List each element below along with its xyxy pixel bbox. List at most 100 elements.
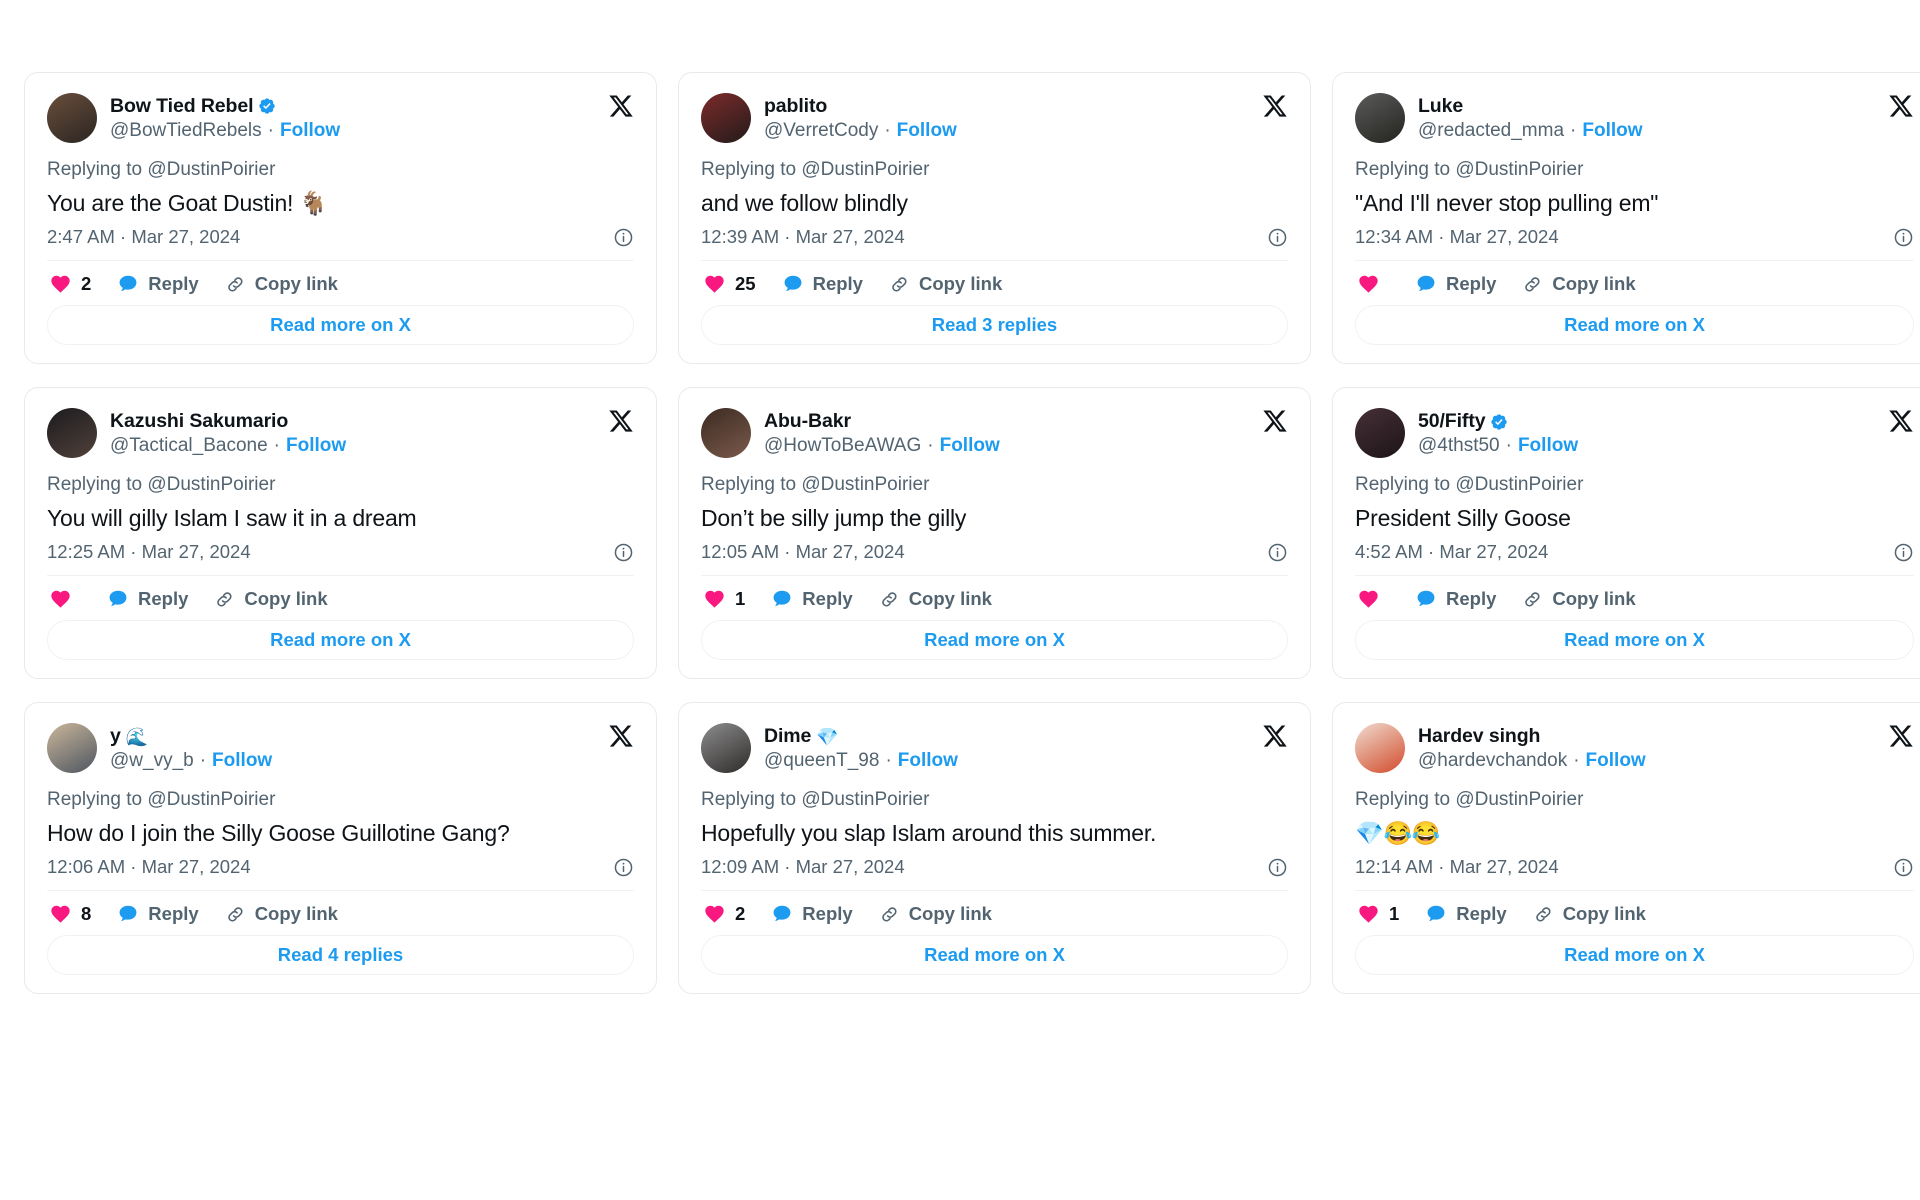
replying-to-handle[interactable]: @DustinPoirier <box>1455 159 1583 180</box>
x-logo-icon[interactable] <box>1888 408 1914 434</box>
info-icon[interactable] <box>1893 227 1914 248</box>
x-logo-icon[interactable] <box>608 93 634 119</box>
reply-action[interactable]: Reply <box>1415 273 1496 295</box>
link-icon[interactable] <box>1522 274 1543 295</box>
copy-link-action[interactable]: Copy link <box>225 273 338 295</box>
author-handle[interactable]: @w_vy_b <box>110 750 194 772</box>
author-handle[interactable]: @queenT_98 <box>764 750 879 772</box>
copy-link-action[interactable]: Copy link <box>214 588 327 610</box>
replying-to-handle[interactable]: @DustinPoirier <box>1455 474 1583 495</box>
read-more-button[interactable]: Read more on X <box>701 620 1288 660</box>
link-icon[interactable] <box>879 589 900 610</box>
reply-action[interactable]: Reply <box>117 273 198 295</box>
tweet-card[interactable]: Hardev singh@hardevchandok·FollowReplyin… <box>1332 702 1920 994</box>
avatar[interactable] <box>1355 93 1405 143</box>
replying-to-handle[interactable]: @DustinPoirier <box>801 789 929 810</box>
like-action[interactable]: 8 <box>49 903 91 925</box>
heart-icon[interactable] <box>49 903 72 925</box>
info-icon[interactable] <box>613 857 634 878</box>
author-handle[interactable]: @VerretCody <box>764 120 878 142</box>
copy-link-action[interactable]: Copy link <box>889 273 1002 295</box>
replying-to-handle[interactable]: @DustinPoirier <box>147 474 275 495</box>
author-handle[interactable]: @hardevchandok <box>1418 750 1567 772</box>
x-logo-icon[interactable] <box>1888 93 1914 119</box>
link-icon[interactable] <box>889 274 910 295</box>
heart-icon[interactable] <box>703 588 726 610</box>
info-icon[interactable] <box>1267 542 1288 563</box>
avatar[interactable] <box>701 408 751 458</box>
reply-action[interactable]: Reply <box>117 903 198 925</box>
follow-button[interactable]: Follow <box>1582 120 1642 142</box>
author-handle[interactable]: @Tactical_Bacone <box>110 435 268 457</box>
like-action[interactable] <box>49 588 81 610</box>
read-more-button[interactable]: Read more on X <box>1355 935 1914 975</box>
read-more-button[interactable]: Read more on X <box>1355 305 1914 345</box>
info-icon[interactable] <box>1893 857 1914 878</box>
link-icon[interactable] <box>225 274 246 295</box>
info-icon[interactable] <box>613 542 634 563</box>
reply-action[interactable]: Reply <box>782 273 863 295</box>
copy-link-action[interactable]: Copy link <box>1522 273 1635 295</box>
author-handle[interactable]: @HowToBeAWAG <box>764 435 921 457</box>
heart-icon[interactable] <box>49 588 72 610</box>
replying-to-handle[interactable]: @DustinPoirier <box>1455 789 1583 810</box>
heart-icon[interactable] <box>49 273 72 295</box>
tweet-card[interactable]: Dime💎@queenT_98·FollowReplying to @Dusti… <box>678 702 1311 994</box>
reply-bubble-icon[interactable] <box>1415 588 1437 610</box>
x-logo-icon[interactable] <box>608 408 634 434</box>
reply-bubble-icon[interactable] <box>1425 903 1447 925</box>
replying-to-handle[interactable]: @DustinPoirier <box>147 159 275 180</box>
tweet-card[interactable]: pablito@VerretCody·FollowReplying to @Du… <box>678 72 1311 364</box>
heart-icon[interactable] <box>1357 903 1380 925</box>
info-icon[interactable] <box>1267 857 1288 878</box>
x-logo-icon[interactable] <box>1262 723 1288 749</box>
tweet-card[interactable]: y🌊@w_vy_b·FollowReplying to @DustinPoiri… <box>24 702 657 994</box>
like-action[interactable]: 25 <box>703 273 756 295</box>
link-icon[interactable] <box>1533 904 1554 925</box>
x-logo-icon[interactable] <box>1888 723 1914 749</box>
read-more-button[interactable]: Read 4 replies <box>47 935 634 975</box>
copy-link-action[interactable]: Copy link <box>1522 588 1635 610</box>
tweet-card[interactable]: Bow Tied Rebel@BowTiedRebels·FollowReply… <box>24 72 657 364</box>
avatar[interactable] <box>47 723 97 773</box>
like-action[interactable] <box>1357 588 1389 610</box>
reply-action[interactable]: Reply <box>771 588 852 610</box>
follow-button[interactable]: Follow <box>940 435 1000 457</box>
replying-to-handle[interactable]: @DustinPoirier <box>801 159 929 180</box>
reply-action[interactable]: Reply <box>1425 903 1506 925</box>
tweet-card[interactable]: 50/Fifty@4thst50·FollowReplying to @Dust… <box>1332 387 1920 679</box>
heart-icon[interactable] <box>703 273 726 295</box>
follow-button[interactable]: Follow <box>1586 750 1646 772</box>
reply-bubble-icon[interactable] <box>771 903 793 925</box>
link-icon[interactable] <box>214 589 235 610</box>
follow-button[interactable]: Follow <box>212 750 272 772</box>
reply-action[interactable]: Reply <box>1415 588 1496 610</box>
author-handle[interactable]: @redacted_mma <box>1418 120 1564 142</box>
x-logo-icon[interactable] <box>608 723 634 749</box>
read-more-button[interactable]: Read 3 replies <box>701 305 1288 345</box>
replying-to-handle[interactable]: @DustinPoirier <box>801 474 929 495</box>
reply-bubble-icon[interactable] <box>117 903 139 925</box>
replying-to-handle[interactable]: @DustinPoirier <box>147 789 275 810</box>
avatar[interactable] <box>47 408 97 458</box>
link-icon[interactable] <box>1522 589 1543 610</box>
reply-bubble-icon[interactable] <box>771 588 793 610</box>
read-more-button[interactable]: Read more on X <box>701 935 1288 975</box>
follow-button[interactable]: Follow <box>286 435 346 457</box>
follow-button[interactable]: Follow <box>280 120 340 142</box>
avatar[interactable] <box>1355 723 1405 773</box>
heart-icon[interactable] <box>1357 588 1380 610</box>
copy-link-action[interactable]: Copy link <box>879 903 992 925</box>
info-icon[interactable] <box>613 227 634 248</box>
like-action[interactable]: 2 <box>703 903 745 925</box>
heart-icon[interactable] <box>703 903 726 925</box>
reply-bubble-icon[interactable] <box>117 273 139 295</box>
tweet-card[interactable]: Abu-Bakr@HowToBeAWAG·FollowReplying to @… <box>678 387 1311 679</box>
like-action[interactable]: 1 <box>703 588 745 610</box>
follow-button[interactable]: Follow <box>898 750 958 772</box>
avatar[interactable] <box>701 93 751 143</box>
avatar[interactable] <box>47 93 97 143</box>
reply-bubble-icon[interactable] <box>107 588 129 610</box>
copy-link-action[interactable]: Copy link <box>879 588 992 610</box>
info-icon[interactable] <box>1893 542 1914 563</box>
